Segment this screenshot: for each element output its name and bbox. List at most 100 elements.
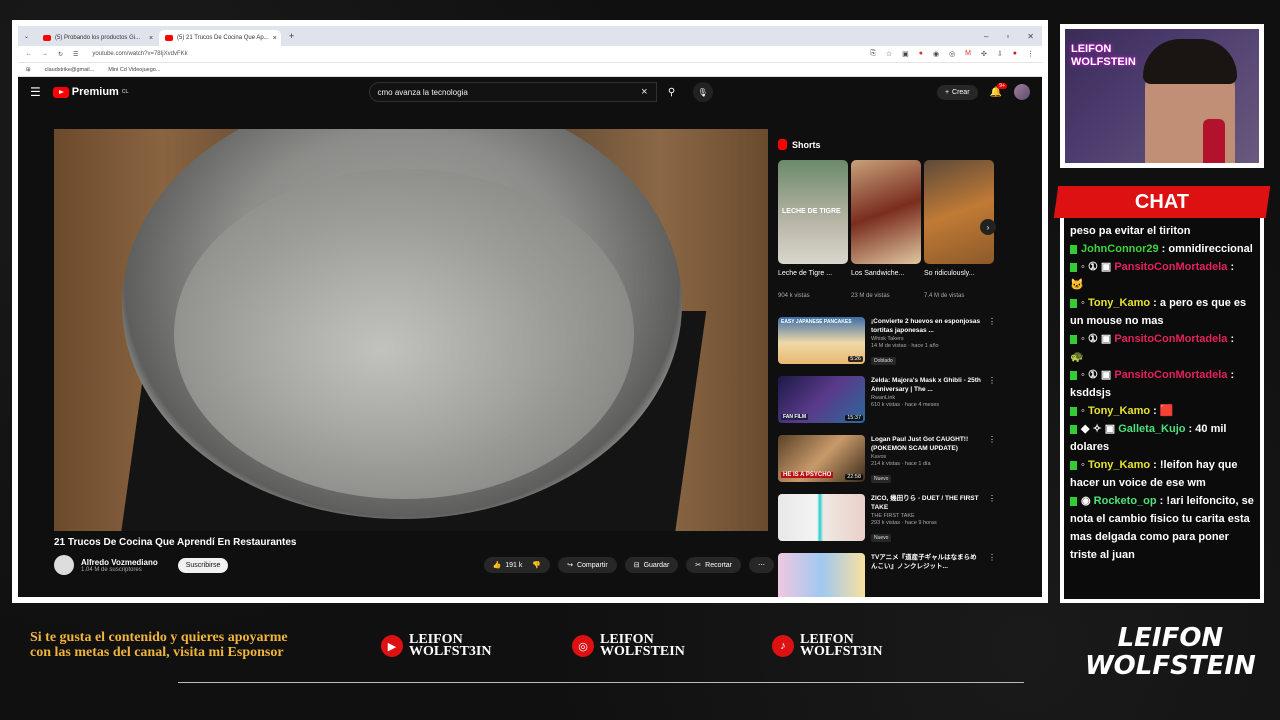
video-title[interactable]: TVアニメ『道産子ギャルはなまらめんこい』ノンクレジット...: [871, 553, 982, 571]
chat-username[interactable]: Tony_Kamo: [1088, 405, 1150, 417]
short-thumbnail[interactable]: [924, 160, 994, 264]
search-input[interactable]: cmo avanza la tecnologia ×: [368, 82, 657, 102]
url-field[interactable]: youtube.com/watch?v=78IjXvdvFKk: [92, 51, 187, 57]
short-title[interactable]: So ridiculously...: [924, 269, 994, 291]
video-player[interactable]: [54, 129, 768, 531]
minimize-icon[interactable]: –: [984, 32, 988, 41]
install-icon[interactable]: ⎘: [870, 50, 876, 58]
short-thumbnail[interactable]: LECHE DE TIGRE: [778, 160, 848, 264]
close-window-icon[interactable]: ✕: [1027, 32, 1034, 41]
kick-icon: [1070, 424, 1077, 434]
clear-search-icon[interactable]: ×: [641, 86, 647, 98]
tab-list-icon[interactable]: ⌄: [24, 33, 29, 40]
short-item[interactable]: LECHE DE TIGRE Leche de Tigre ... 904 k …: [778, 160, 848, 299]
close-icon[interactable]: ×: [273, 35, 277, 42]
forward-icon[interactable]: →: [42, 51, 48, 57]
short-title[interactable]: Los Sandwiche...: [851, 269, 921, 291]
chat-username[interactable]: Rocketo_op: [1094, 495, 1157, 507]
create-button[interactable]: + Crear: [936, 84, 978, 100]
search-icon: ⚲: [667, 86, 676, 98]
search-button[interactable]: ⚲: [657, 82, 687, 102]
video-thumbnail[interactable]: HE IS A PSYCHO 22:58: [778, 435, 865, 482]
video-thumbnail[interactable]: EASY JAPANESE PANCAKES 5:26: [778, 317, 865, 364]
more-vert-icon[interactable]: ⋮: [988, 435, 996, 486]
avatar[interactable]: [1014, 84, 1030, 100]
chat-username[interactable]: PansitoConMortadela: [1114, 369, 1227, 381]
video-title: 21 Trucos De Cocina Que Aprendí En Resta…: [54, 537, 297, 548]
reload-icon[interactable]: ↻: [58, 51, 63, 58]
apps-icon[interactable]: ⊞: [26, 67, 31, 73]
video-thumbnail[interactable]: [778, 553, 865, 597]
chat-username[interactable]: Galleta_Kujo: [1118, 423, 1185, 435]
video-title[interactable]: Zelda: Majora's Mask x Ghibli - 25th Ann…: [871, 376, 982, 394]
video-channel[interactable]: Kavos: [871, 454, 982, 460]
save-button[interactable]: ⊟ Guardar: [624, 557, 679, 573]
extension-ring-icon[interactable]: ◎: [949, 50, 955, 58]
subscribe-button[interactable]: Suscribirse: [177, 557, 229, 573]
more-vert-icon[interactable]: ⋮: [988, 317, 996, 368]
puzzle-icon[interactable]: ✣: [981, 50, 987, 58]
thumbs-down-icon[interactable]: 👎: [532, 561, 541, 569]
extension-icon[interactable]: ▣: [902, 50, 909, 58]
youtube-header: ☰ Premium CL cmo avanza la tecnologia × …: [18, 77, 1042, 107]
youtube-logo[interactable]: Premium CL: [52, 86, 129, 98]
voice-search-button[interactable]: 🎙: [692, 82, 713, 102]
video-title[interactable]: Logan Paul Just Got CAUGHT!! (POKEMON SC…: [871, 435, 982, 453]
site-info-icon[interactable]: ☰: [73, 51, 78, 58]
tab-bar: ⌄ (5) Probando los productos Gi... × (5)…: [18, 26, 1042, 46]
chat-username[interactable]: PansitoConMortadela: [1114, 333, 1227, 345]
tab-1[interactable]: (5) Probando los productos Gi... ×: [37, 30, 159, 46]
short-title[interactable]: Leche de Tigre ...: [778, 269, 848, 291]
more-vert-icon[interactable]: ⋮: [988, 553, 996, 597]
back-icon[interactable]: ←: [26, 51, 32, 57]
more-vert-icon[interactable]: ⋮: [988, 376, 996, 427]
channel-info: Alfredo Vozmediano 1.04 M de suscriptore…: [81, 558, 158, 573]
chat-username[interactable]: Tony_Kamo: [1088, 459, 1150, 471]
video-title[interactable]: ¡Convierte 2 huevos en esponjosas tortit…: [871, 317, 982, 335]
clip-button[interactable]: ✂ Recortar: [686, 557, 741, 573]
recommended-video[interactable]: HE IS A PSYCHO 22:58 Logan Paul Just Got…: [778, 435, 996, 486]
chevron-right-icon[interactable]: ›: [980, 219, 996, 235]
more-actions-button[interactable]: ⋯: [749, 557, 774, 573]
like-button[interactable]: 👍 191 k 👎: [483, 557, 551, 573]
channel-avatar[interactable]: [54, 555, 74, 575]
gmail-icon[interactable]: M: [965, 50, 971, 58]
maximize-icon[interactable]: ▫: [1006, 32, 1009, 41]
video-channel[interactable]: THE FIRST TAKE: [871, 513, 982, 519]
recommended-video[interactable]: EASY JAPANESE PANCAKES 5:26 ¡Convierte 2…: [778, 317, 996, 368]
profile-icon[interactable]: ●: [1013, 50, 1017, 58]
recommended-video[interactable]: TVアニメ『道産子ギャルはなまらめんこい』ノンクレジット... ⋮: [778, 553, 996, 597]
video-channel[interactable]: RwanLink: [871, 395, 982, 401]
short-item[interactable]: Los Sandwiche... 23 M de vistas: [851, 160, 921, 299]
chat-username[interactable]: JohnConnor29: [1081, 243, 1159, 255]
chat-username[interactable]: Tony_Kamo: [1088, 297, 1150, 309]
chat-username[interactable]: PansitoConMortadela: [1114, 261, 1227, 273]
bookmark-star-icon[interactable]: ☆: [886, 50, 892, 58]
more-vert-icon[interactable]: ⋮: [988, 494, 996, 545]
share-button[interactable]: ↪ Compartir: [558, 557, 617, 573]
extension-red-icon[interactable]: ●: [919, 50, 923, 58]
notifications-button[interactable]: 🔔 9+: [990, 82, 1007, 98]
screen-capture-frame: ⌄ (5) Probando los productos Gi... × (5)…: [12, 20, 1048, 603]
bookmark-item[interactable]: claudstrike@gmail...: [45, 67, 95, 73]
menu-icon[interactable]: ⋮: [1027, 50, 1034, 58]
short-thumbnail[interactable]: [851, 160, 921, 264]
video-channel[interactable]: Whisk Takers: [871, 336, 982, 342]
recommended-video[interactable]: FAN FILM 15:37 Zelda: Majora's Mask x Gh…: [778, 376, 996, 427]
bookmark-item[interactable]: Mini Cd Videojuego...: [108, 67, 160, 73]
extension-dark-icon[interactable]: ◉: [933, 50, 939, 58]
recommended-video[interactable]: ZICO, 幾田りら - DUET / THE FIRST TAKE THE F…: [778, 494, 996, 545]
video-title[interactable]: ZICO, 幾田りら - DUET / THE FIRST TAKE: [871, 494, 982, 512]
video-thumbnail[interactable]: [778, 494, 865, 541]
tab-2[interactable]: (5) 21 Trucos De Cocina Que Ap... ×: [159, 30, 282, 46]
download-icon[interactable]: ⇩: [997, 50, 1003, 58]
new-tab-icon[interactable]: +: [289, 31, 294, 41]
video-thumbnail[interactable]: FAN FILM 15:37: [778, 376, 865, 423]
handle-line: WOLFST3IN: [800, 644, 883, 659]
logo-country: CL: [121, 89, 129, 95]
hamburger-menu-icon[interactable]: ☰: [30, 85, 41, 99]
channel-name[interactable]: Alfredo Vozmediano: [81, 558, 158, 567]
close-icon[interactable]: ×: [149, 35, 153, 42]
youtube-icon: ▶: [381, 635, 403, 657]
social-youtube: ▶ LEIFON WOLFST3IN: [381, 633, 491, 659]
